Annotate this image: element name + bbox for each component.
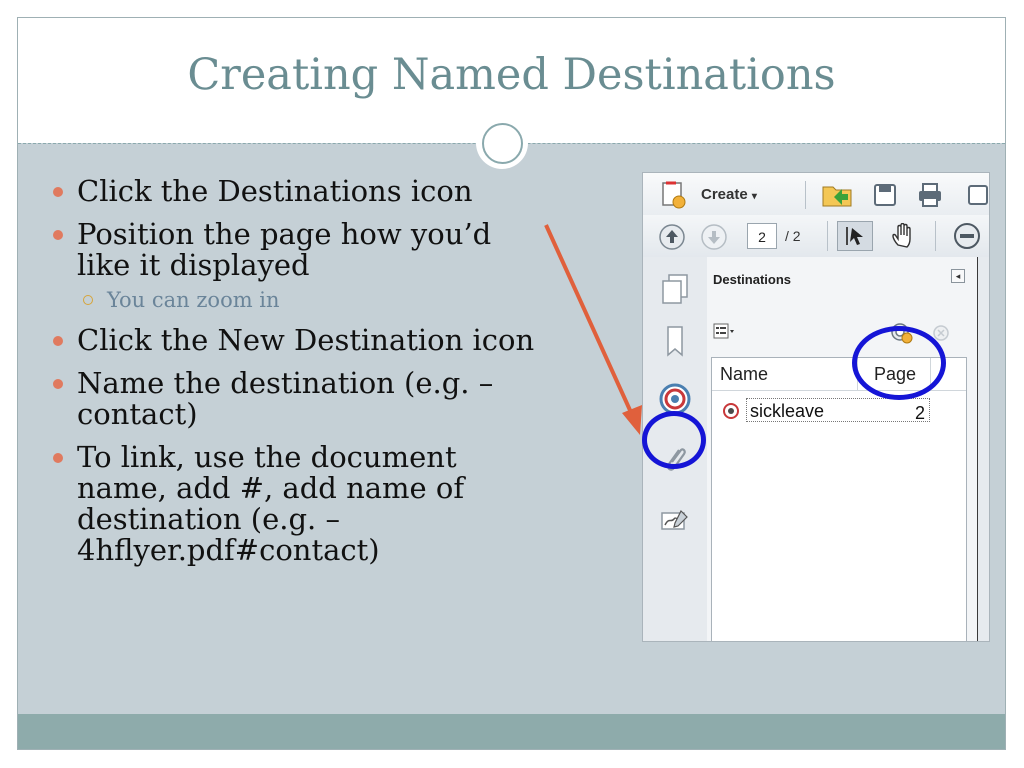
- bullet-item: Name the destination (e.g. – contact): [53, 368, 553, 430]
- bullet-item: Position the page how you’d like it disp…: [53, 219, 553, 281]
- footer-bar: [18, 714, 1005, 749]
- bullet-item: To link, use the document name, add #, a…: [53, 442, 553, 566]
- chevron-down-icon: ▾: [751, 191, 757, 202]
- new-destination-highlight: [852, 326, 946, 400]
- bullet-text: To link, use the document name, add #, a…: [77, 440, 465, 567]
- create-pdf-icon[interactable]: [655, 180, 691, 210]
- bullet-text: Name the destination (e.g. – contact): [77, 366, 494, 431]
- page-total: / 2: [785, 228, 801, 244]
- bullet-dot: [53, 187, 63, 197]
- open-folder-icon[interactable]: [819, 179, 855, 209]
- zoom-out-icon[interactable]: [947, 221, 987, 251]
- column-header-name[interactable]: Name: [720, 364, 768, 385]
- destinations-panel: Destinations ◂ Name Page sickleave 2: [707, 257, 977, 641]
- toolbar-separator: [935, 221, 936, 251]
- pointer-arrow: [544, 224, 642, 435]
- pages-icon[interactable]: [655, 269, 695, 309]
- bullet-item: Click the New Destination icon: [53, 325, 553, 356]
- page-number-input[interactable]: 2: [747, 223, 777, 249]
- bullet-list: Click the Destinations icon Position the…: [53, 176, 553, 566]
- destination-page: 2: [914, 403, 925, 423]
- toolbar-separator: [805, 181, 806, 209]
- bullet-dot: [53, 336, 63, 346]
- print-icon[interactable]: [913, 181, 947, 209]
- destination-row[interactable]: sickleave 2: [718, 396, 930, 424]
- bullet-dot: [53, 379, 63, 389]
- prev-page-icon[interactable]: [655, 220, 689, 254]
- bullet-item: Click the Destinations icon: [53, 176, 553, 207]
- navigation-toolbar: 2 / 2: [643, 215, 989, 258]
- sub-bullet-item: You can zoom in: [53, 287, 553, 313]
- select-tool-icon[interactable]: [837, 221, 873, 251]
- destinations-icon-highlight: [642, 411, 706, 469]
- signature-icon[interactable]: [655, 501, 695, 541]
- destinations-list: Name Page sickleave 2: [711, 357, 967, 641]
- bookmark-icon[interactable]: [655, 321, 695, 361]
- bullet-text: Click the New Destination icon: [77, 323, 535, 357]
- sub-bullet-text: You can zoom in: [107, 288, 280, 312]
- document-scrollbar[interactable]: [977, 257, 989, 641]
- collapse-panel-button[interactable]: ◂: [951, 269, 965, 283]
- slide: Creating Named Destinations Click the De…: [17, 17, 1006, 750]
- panel-title: Destinations: [713, 272, 792, 287]
- bullet-text: Click the Destinations icon: [77, 174, 473, 208]
- destination-name[interactable]: sickleave 2: [746, 398, 930, 423]
- toolbar-separator: [827, 221, 828, 251]
- options-menu-button[interactable]: [713, 323, 743, 341]
- save-icon[interactable]: [869, 181, 901, 209]
- main-toolbar: Create ▾: [643, 173, 989, 216]
- bullet-dot: [53, 453, 63, 463]
- destination-name-text: sickleave: [750, 401, 825, 421]
- options-icon: [713, 323, 734, 339]
- hand-tool-icon[interactable]: [885, 221, 921, 251]
- bullet-dot: [53, 230, 63, 240]
- slide-title: Creating Named Destinations: [187, 50, 836, 100]
- divider-ring: [482, 123, 523, 164]
- divider-ornament: [476, 117, 528, 169]
- acrobat-screenshot: Create ▾ 2 / 2 Destinations ◂ Name Page …: [642, 172, 990, 642]
- create-label: Create: [701, 186, 748, 203]
- toolbar-overflow-icon[interactable]: [959, 181, 989, 209]
- bullet-text: Position the page how you’d like it disp…: [77, 217, 492, 282]
- next-page-icon[interactable]: [697, 220, 731, 254]
- create-button[interactable]: Create ▾: [701, 186, 757, 203]
- destination-row-icon: [722, 402, 740, 425]
- sub-bullet-marker: [83, 295, 93, 305]
